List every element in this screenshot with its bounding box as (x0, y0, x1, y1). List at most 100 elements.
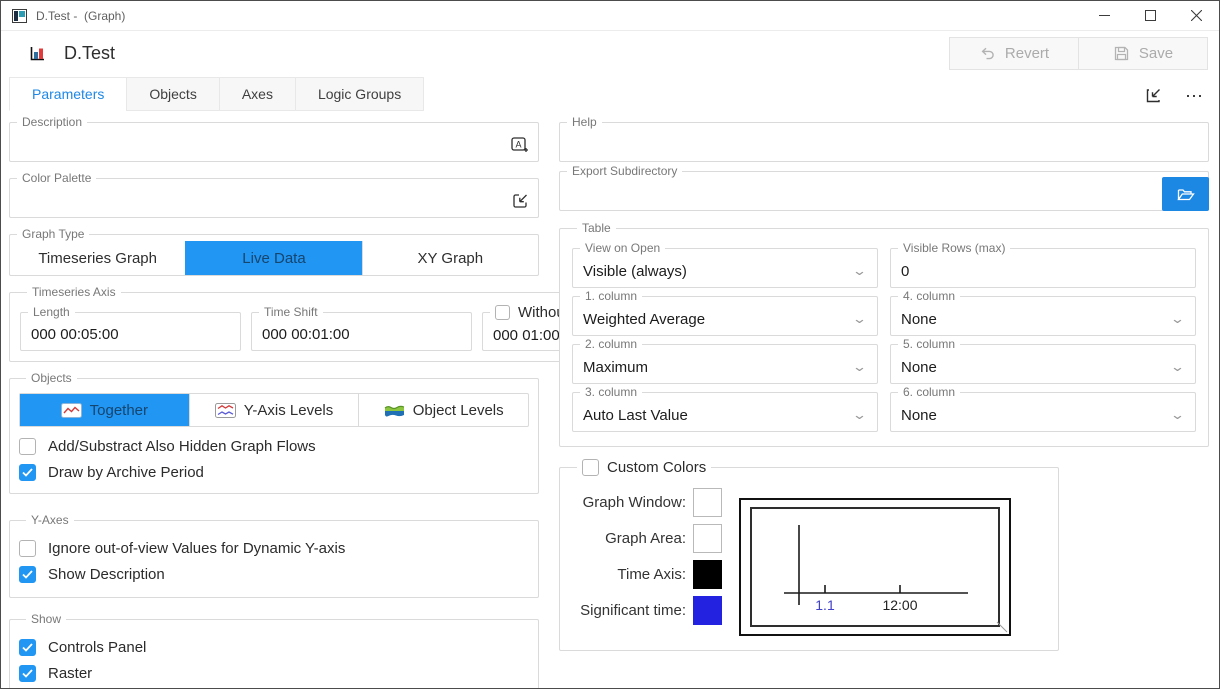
timeseries-axis-label: Timeseries Axis (27, 285, 121, 299)
table-label: Table (577, 221, 616, 235)
time-axis-color-swatch[interactable] (693, 560, 722, 589)
preview-tick-1: 1.1 (815, 597, 835, 613)
export-subdirectory-input[interactable] (560, 178, 1158, 210)
checkbox-add-substract-hidden-flows[interactable]: Add/Substract Also Hidden Graph Flows (19, 435, 529, 457)
color-palette-input[interactable] (10, 185, 538, 217)
objects-together[interactable]: Together (20, 394, 189, 426)
objects-object-levels[interactable]: Object Levels (358, 394, 528, 426)
tab-axes[interactable]: Axes (219, 77, 296, 111)
revert-button[interactable]: Revert (949, 37, 1079, 70)
chevron-down-icon: ⌄ (1170, 407, 1185, 423)
show-label: Show (26, 612, 66, 626)
column-5-field: 5. column None ⌄ (890, 337, 1196, 384)
object-levels-icon (384, 403, 405, 418)
y-axes-group: Y-Axes Ignore out-of-view Values for Dyn… (9, 513, 539, 598)
time-shift-input[interactable] (252, 319, 471, 349)
axis-preview-canvas: 1.1 12:00 (750, 507, 1000, 627)
objects-label: Objects (26, 371, 77, 385)
table-group: Table View on Open Visible (always) ⌄ Vi… (559, 221, 1209, 447)
tab-strip: Parameters Objects Axes Logic Groups ⋯ (1, 76, 1219, 111)
column-2-dropdown[interactable]: Maximum ⌄ (573, 351, 877, 383)
resize-gripper[interactable] (996, 621, 1008, 633)
header: D.Test Revert Save (1, 31, 1219, 76)
app-window: D.Test - (Graph) D.Test (0, 0, 1220, 689)
column-1-dropdown[interactable]: Weighted Average ⌄ (573, 303, 877, 335)
column-4-dropdown[interactable]: None ⌄ (891, 303, 1195, 335)
visible-rows-input[interactable] (891, 255, 1195, 287)
length-field: Length (20, 305, 241, 351)
help-label: Help (567, 115, 602, 129)
undo-icon (979, 45, 996, 62)
checkbox-icon (582, 459, 599, 476)
chevron-down-icon: ⌄ (852, 263, 867, 279)
save-button[interactable]: Save (1078, 37, 1208, 70)
graph-type-live-data[interactable]: Live Data (185, 241, 361, 275)
close-icon[interactable] (1173, 1, 1219, 30)
graph-type-timeseries[interactable]: Timeseries Graph (10, 241, 185, 275)
custom-colors-checkbox[interactable]: Custom Colors (582, 459, 706, 476)
significant-time-color-swatch[interactable] (693, 596, 722, 625)
column-2-field: 2. column Maximum ⌄ (572, 337, 878, 384)
chevron-down-icon: ⌄ (852, 359, 867, 375)
objects-group: Objects Together (9, 371, 539, 494)
color-row-graph-area: Graph Area: (572, 520, 722, 556)
y-axes-label: Y-Axes (26, 513, 74, 527)
checkbox-draw-by-archive-period[interactable]: Draw by Archive Period (19, 461, 529, 483)
graph-type-group: Graph Type Timeseries Graph Live Data XY… (9, 227, 539, 276)
custom-colors-group: Custom Colors Graph Window: Graph Area: (559, 459, 1059, 651)
pick-palette-icon[interactable] (511, 192, 530, 211)
description-input[interactable] (10, 129, 538, 161)
checkbox-controls-panel[interactable]: Controls Panel (19, 636, 529, 658)
graph-type-label: Graph Type (17, 227, 89, 241)
more-options-icon[interactable]: ⋯ (1185, 90, 1203, 102)
checkbox-raster[interactable]: Raster (19, 662, 529, 684)
column-5-dropdown[interactable]: None ⌄ (891, 351, 1195, 383)
description-field: Description A (9, 115, 539, 162)
length-input[interactable] (21, 319, 240, 349)
color-row-graph-window: Graph Window: (572, 484, 722, 520)
app-icon (12, 9, 27, 23)
export-subdirectory-label: Export Subdirectory (567, 164, 682, 178)
visible-rows-field: Visible Rows (max) (890, 241, 1196, 288)
checkbox-show-description[interactable]: Show Description (19, 563, 529, 585)
tab-parameters[interactable]: Parameters (9, 77, 127, 111)
checkbox-checked-icon (19, 665, 36, 682)
length-label: Length (28, 305, 75, 319)
axis-preview: 1.1 12:00 (739, 498, 1011, 636)
chevron-down-icon: ⌄ (852, 311, 867, 327)
time-shift-label: Time Shift (259, 305, 323, 319)
checkbox-icon (19, 540, 36, 557)
chevron-down-icon: ⌄ (1170, 311, 1185, 327)
color-row-significant-time: Significant time: (572, 592, 722, 628)
checkbox-icon (19, 438, 36, 455)
color-palette-field: Color Palette (9, 171, 539, 218)
edit-text-icon[interactable]: A (510, 135, 530, 155)
chevron-down-icon: ⌄ (852, 407, 867, 423)
maximize-icon[interactable] (1127, 1, 1173, 30)
objects-y-axis-levels[interactable]: Y-Axis Levels (189, 394, 359, 426)
svg-text:A: A (515, 140, 521, 150)
graph-window-color-swatch[interactable] (693, 488, 722, 517)
graph-area-color-swatch[interactable] (693, 524, 722, 553)
help-input[interactable] (560, 129, 1208, 161)
column-6-dropdown[interactable]: None ⌄ (891, 399, 1195, 431)
minimize-icon[interactable] (1081, 1, 1127, 30)
custom-colors-label: Custom Colors (607, 461, 706, 475)
tab-objects[interactable]: Objects (126, 77, 219, 111)
checkbox-checked-icon (19, 464, 36, 481)
view-on-open-dropdown[interactable]: Visible (always) ⌄ (573, 255, 877, 287)
chevron-down-icon: ⌄ (1170, 359, 1185, 375)
titlebar: D.Test - (Graph) (1, 1, 1219, 31)
export-subdirectory-field: Export Subdirectory (559, 164, 1209, 211)
preview-tick-2: 12:00 (882, 597, 917, 613)
graph-type-xy[interactable]: XY Graph (362, 241, 538, 275)
floppy-disk-icon (1113, 45, 1130, 62)
page-title: D.Test (64, 43, 115, 64)
column-1-field: 1. column Weighted Average ⌄ (572, 289, 878, 336)
checkbox-ignore-out-of-view[interactable]: Ignore out-of-view Values for Dynamic Y-… (19, 537, 529, 559)
column-3-dropdown[interactable]: Auto Last Value ⌄ (573, 399, 877, 431)
description-label: Description (17, 115, 87, 129)
pop-in-icon[interactable] (1144, 86, 1163, 105)
tab-logic-groups[interactable]: Logic Groups (295, 77, 424, 111)
browse-folder-button[interactable] (1162, 177, 1209, 211)
